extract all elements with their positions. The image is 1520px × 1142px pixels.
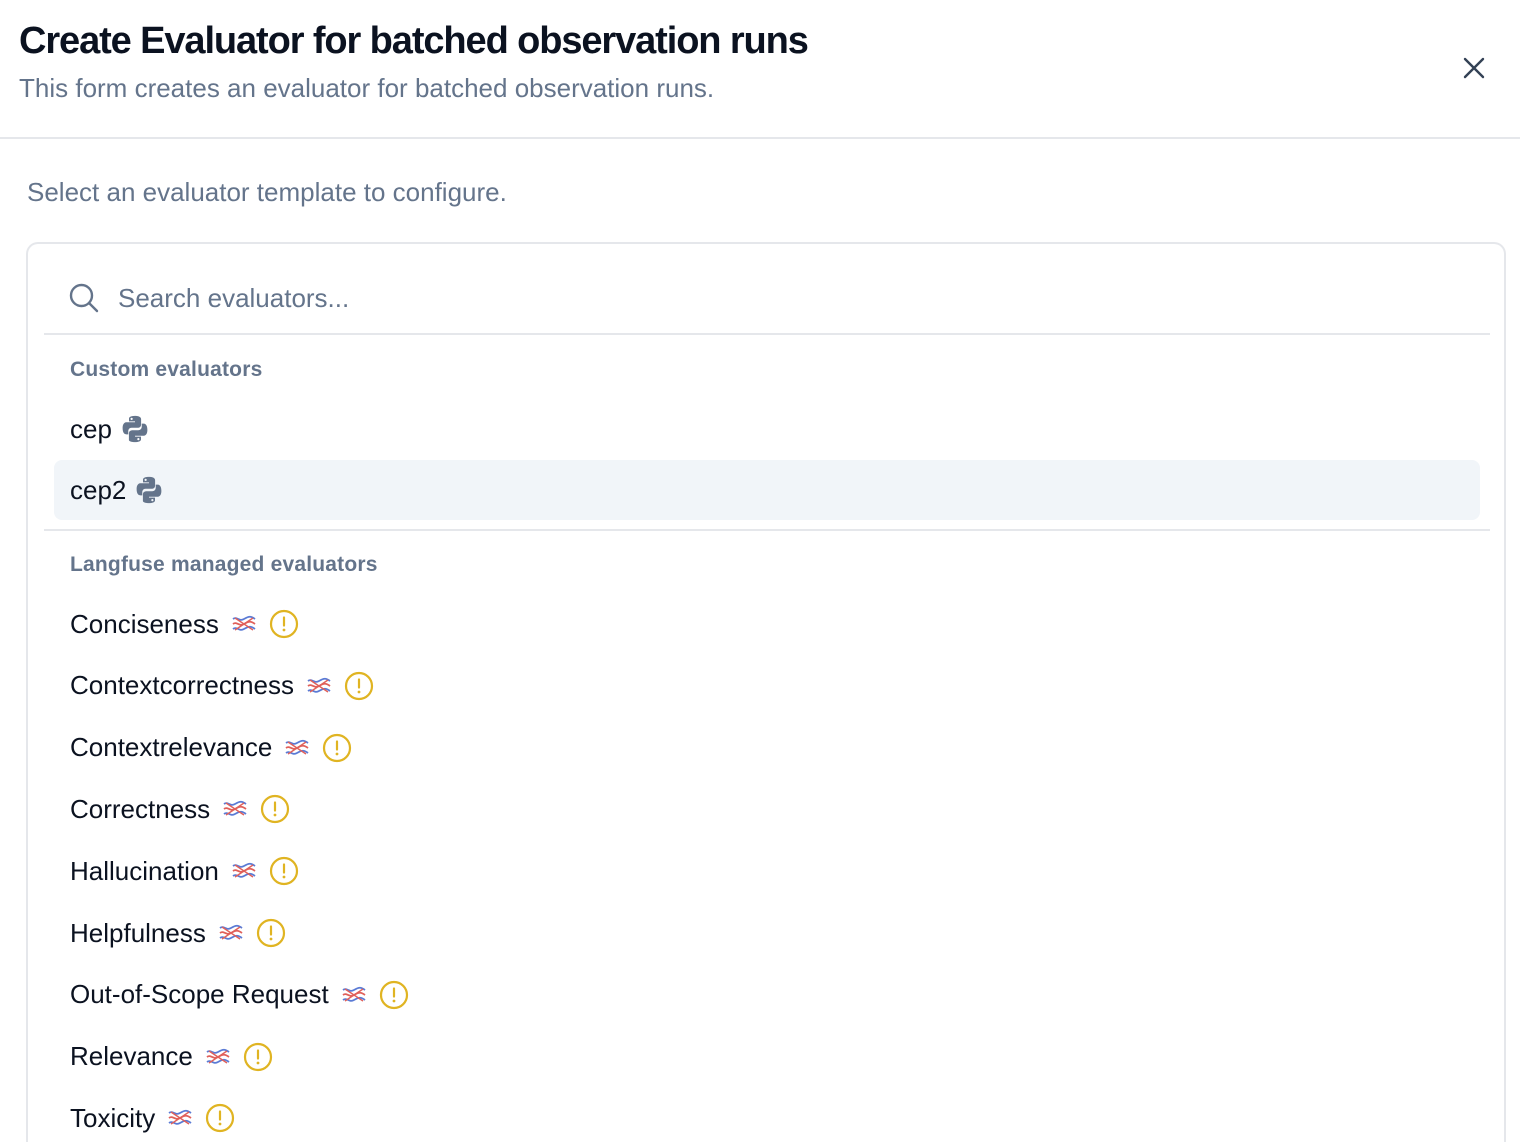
close-icon xyxy=(1463,57,1485,79)
dialog-header: Create Evaluator for batched observation… xyxy=(0,0,1520,139)
close-button[interactable] xyxy=(1456,50,1492,86)
llm-icon xyxy=(206,1048,230,1064)
evaluator-name: Relevance xyxy=(70,1041,193,1072)
warning-icon xyxy=(256,918,285,948)
group-divider xyxy=(44,529,1490,531)
python-icon xyxy=(137,476,162,504)
evaluator-name: Out-of-Scope Request xyxy=(70,979,329,1010)
dialog-subtitle: This form creates an evaluator for batch… xyxy=(19,73,715,103)
warning-icon xyxy=(243,1042,272,1071)
managed-evaluator-item-correctness[interactable]: Correctness xyxy=(54,779,1480,839)
llm-icon xyxy=(285,739,309,755)
evaluator-name: Helpfulness xyxy=(70,917,206,948)
llm-icon xyxy=(219,924,243,940)
managed-evaluator-item-relevance[interactable]: Relevance xyxy=(54,1027,1480,1087)
warning-icon xyxy=(344,671,374,700)
warning-icon xyxy=(379,980,408,1009)
evaluator-name: cep2 xyxy=(70,474,127,505)
warning-icon xyxy=(323,733,352,762)
llm-icon xyxy=(307,677,331,693)
python-icon xyxy=(122,415,148,443)
instructions-text: Select an evaluator template to configur… xyxy=(27,177,507,207)
managed-evaluator-item-conciseness[interactable]: Conciseness xyxy=(54,594,1480,654)
managed-evaluators-heading: Langfuse managed evaluators xyxy=(70,553,378,576)
llm-icon xyxy=(232,615,256,631)
managed-evaluator-item-hallucination[interactable]: Hallucination xyxy=(54,841,1480,901)
llm-icon xyxy=(168,1110,192,1126)
evaluator-name: Correctness xyxy=(70,793,211,824)
search-row xyxy=(44,244,1490,335)
search-icon xyxy=(69,283,99,313)
evaluator-name: Conciseness xyxy=(70,608,219,639)
evaluator-command-list: Custom evaluators cep cep2 Langfuse manag… xyxy=(26,242,1506,1142)
custom-evaluator-item-cep[interactable]: cep xyxy=(54,399,1480,459)
managed-evaluator-item-helpfulness[interactable]: Helpfulness xyxy=(54,903,1480,963)
llm-icon xyxy=(232,863,256,878)
evaluator-name: Contextrelevance xyxy=(70,732,273,763)
warning-icon xyxy=(269,609,298,639)
evaluator-name: Toxicity xyxy=(70,1102,156,1133)
managed-evaluator-item-contextrelevance[interactable]: Contextrelevance xyxy=(54,718,1480,778)
dialog-title: Create Evaluator for batched observation… xyxy=(19,20,809,62)
warning-icon xyxy=(206,1104,235,1133)
warning-icon xyxy=(269,857,298,886)
managed-evaluator-item-contextcorrectness[interactable]: Contextcorrectness xyxy=(54,656,1480,716)
custom-evaluators-heading: Custom evaluators xyxy=(70,358,263,381)
warning-icon xyxy=(261,795,290,824)
managed-evaluator-item-out-of-scope-request[interactable]: Out-of-Scope Request xyxy=(54,965,1480,1025)
llm-icon xyxy=(223,801,247,817)
custom-evaluator-item-cep2[interactable]: cep2 xyxy=(54,460,1480,520)
llm-icon xyxy=(342,986,366,1002)
evaluator-name: Hallucination xyxy=(70,855,219,886)
managed-evaluator-item-toxicity[interactable]: Toxicity xyxy=(54,1088,1480,1142)
evaluator-name: cep xyxy=(70,413,112,444)
search-input[interactable] xyxy=(118,274,1418,322)
evaluator-name: Contextcorrectness xyxy=(70,670,294,701)
